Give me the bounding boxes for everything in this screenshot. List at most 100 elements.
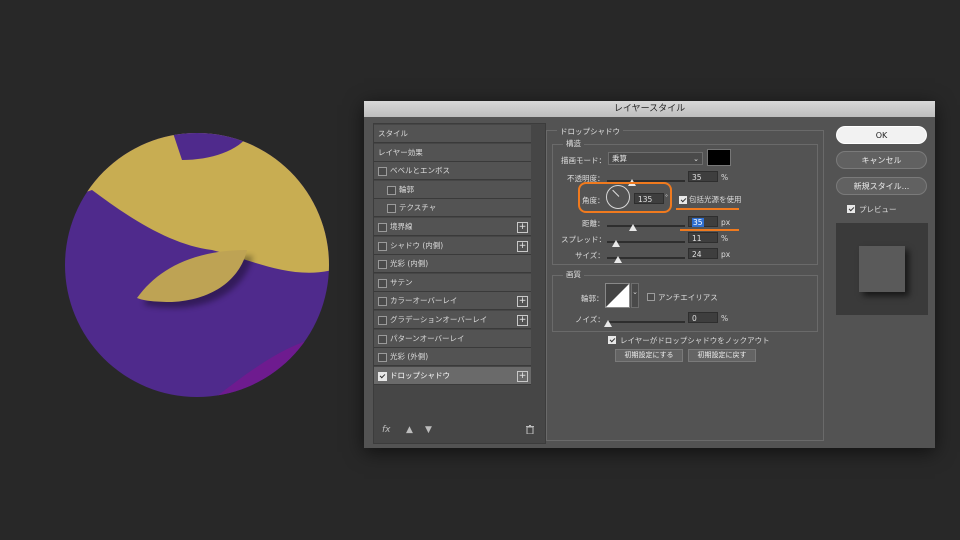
style-list-label: 輪郭: [399, 184, 414, 194]
size-slider-thumb[interactable]: [614, 256, 622, 263]
dialog-title: レイヤースタイル: [364, 101, 935, 117]
styles-list-panel: スタイルレイヤー効果ベベルとエンボス輪郭テクスチャ境界線 + シャドウ (内側) + 光…: [373, 123, 546, 444]
structure-title: 構造: [563, 138, 584, 149]
distance-value: 35: [692, 218, 704, 227]
spread-label: スプレッド：: [561, 235, 606, 244]
global-light-label: 包括光源を使用: [689, 195, 742, 204]
preview-checkbox[interactable]: [847, 205, 855, 213]
style-enable-checkbox[interactable]: [378, 223, 387, 232]
style-list-label: 光彩 (外側): [390, 352, 429, 362]
reset-default-button[interactable]: 初期設定に戻す: [688, 349, 756, 362]
preview-label: プレビュー: [859, 205, 897, 214]
global-light-underline: [676, 208, 739, 210]
noise-unit: %: [721, 314, 729, 323]
styles-list-footer: fx ▲ ▼: [374, 421, 545, 443]
style-list-item[interactable]: 光彩 (内側): [374, 255, 531, 274]
preview-swatch: [859, 246, 905, 292]
chevron-down-icon: ⌄: [693, 155, 699, 163]
fx-icon[interactable]: fx: [382, 425, 391, 435]
style-enable-checkbox[interactable]: [378, 353, 387, 363]
style-enable-checkbox[interactable]: [378, 260, 387, 270]
style-list-item[interactable]: パターンオーバーレイ: [374, 329, 531, 348]
preview-thumbnail: [836, 223, 928, 315]
spread-input[interactable]: 11: [688, 232, 718, 243]
add-style-instance-icon[interactable]: +: [517, 240, 528, 252]
noise-input[interactable]: 0: [688, 312, 718, 323]
contour-picker[interactable]: [605, 283, 630, 308]
style-list-item[interactable]: レイヤー効果: [374, 143, 531, 162]
style-list-item[interactable]: ベベルとエンボス: [374, 162, 531, 181]
distance-input[interactable]: 35: [688, 216, 718, 227]
style-list-label: 境界線: [390, 222, 413, 231]
style-enable-checkbox[interactable]: [387, 185, 396, 195]
distance-label: 距離：: [582, 219, 605, 228]
style-list-item[interactable]: シャドウ (内側) +: [374, 236, 531, 255]
style-list-item[interactable]: 境界線 +: [374, 218, 531, 236]
spread-unit: %: [721, 234, 729, 243]
size-label: サイズ：: [575, 251, 605, 260]
style-list-label: テクスチャ: [399, 203, 437, 213]
add-style-instance-icon[interactable]: +: [517, 370, 528, 382]
move-up-icon[interactable]: ▲: [406, 425, 413, 435]
new-style-button[interactable]: 新規スタイル...: [836, 177, 927, 195]
add-style-instance-icon[interactable]: +: [517, 296, 528, 308]
shadow-color-swatch[interactable]: [707, 149, 731, 166]
style-list-label: ベベルとエンボス: [390, 166, 450, 176]
opacity-unit: %: [721, 173, 729, 182]
style-list-label: シャドウ (内側): [390, 240, 444, 250]
style-enable-checkbox[interactable]: [378, 371, 387, 381]
style-list-item[interactable]: 輪郭: [374, 180, 531, 199]
add-style-instance-icon[interactable]: +: [517, 222, 528, 233]
distance-slider-thumb[interactable]: [629, 224, 637, 231]
global-light-checkbox[interactable]: [679, 196, 687, 204]
style-list-label: ドロップシャドウ: [390, 370, 450, 380]
size-input[interactable]: 24: [688, 248, 718, 259]
distance-slider-track[interactable]: [607, 225, 685, 227]
style-list-item[interactable]: カラーオーバーレイ +: [374, 292, 531, 311]
opacity-input[interactable]: 35: [688, 171, 718, 182]
drop-shadow-title: ドロップシャドウ: [557, 126, 623, 137]
style-enable-checkbox[interactable]: [378, 241, 387, 251]
noise-label: ノイズ：: [575, 315, 605, 324]
knockout-checkbox[interactable]: [608, 336, 616, 344]
style-enable-checkbox[interactable]: [387, 204, 396, 214]
noise-slider-thumb[interactable]: [604, 320, 612, 327]
antialias-checkbox[interactable]: [647, 293, 655, 301]
make-default-button[interactable]: 初期設定にする: [615, 349, 683, 362]
style-enable-checkbox[interactable]: [378, 334, 387, 344]
style-list-label: サテン: [390, 277, 413, 287]
distance-underline: [680, 229, 739, 231]
style-enable-checkbox[interactable]: [378, 316, 387, 325]
spread-slider-thumb[interactable]: [612, 240, 620, 247]
antialias-label: アンチエイリアス: [658, 293, 718, 302]
contour-curve-icon: [606, 284, 629, 307]
blend-mode-select[interactable]: 乗算 ⌄: [608, 152, 703, 165]
artwork-circle-image: [65, 133, 329, 397]
distance-unit: px: [721, 218, 731, 227]
style-list-item[interactable]: グラデーションオーバーレイ +: [374, 311, 531, 329]
blend-mode-label: 描画モード：: [561, 156, 606, 165]
ok-button[interactable]: OK: [836, 126, 927, 144]
contour-label: 輪郭：: [581, 294, 604, 303]
style-list-label: パターンオーバーレイ: [390, 333, 465, 343]
noise-slider-track[interactable]: [607, 321, 685, 323]
size-unit: px: [721, 250, 731, 259]
cancel-button[interactable]: キャンセル: [836, 151, 927, 169]
move-down-icon[interactable]: ▼: [425, 425, 432, 435]
style-list-label: カラーオーバーレイ: [390, 296, 458, 306]
style-list-item[interactable]: テクスチャ: [374, 199, 531, 218]
style-list-item[interactable]: サテン: [374, 273, 531, 292]
style-enable-checkbox[interactable]: [378, 297, 387, 307]
style-list-item[interactable]: 光彩 (外側): [374, 348, 531, 367]
style-list-label: 光彩 (内側): [390, 259, 429, 269]
style-enable-checkbox[interactable]: [378, 278, 387, 288]
angle-highlight-ring: [578, 182, 672, 213]
style-list-label: スタイル: [378, 129, 408, 138]
add-style-instance-icon[interactable]: +: [517, 315, 528, 326]
contour-dropdown[interactable]: ⌄: [631, 283, 639, 308]
style-list-item[interactable]: ドロップシャドウ +: [374, 366, 531, 385]
style-enable-checkbox[interactable]: [378, 167, 387, 177]
blend-mode-value: 乗算: [612, 154, 627, 163]
trash-icon[interactable]: [526, 425, 534, 437]
style-list-item[interactable]: スタイル: [374, 125, 531, 143]
